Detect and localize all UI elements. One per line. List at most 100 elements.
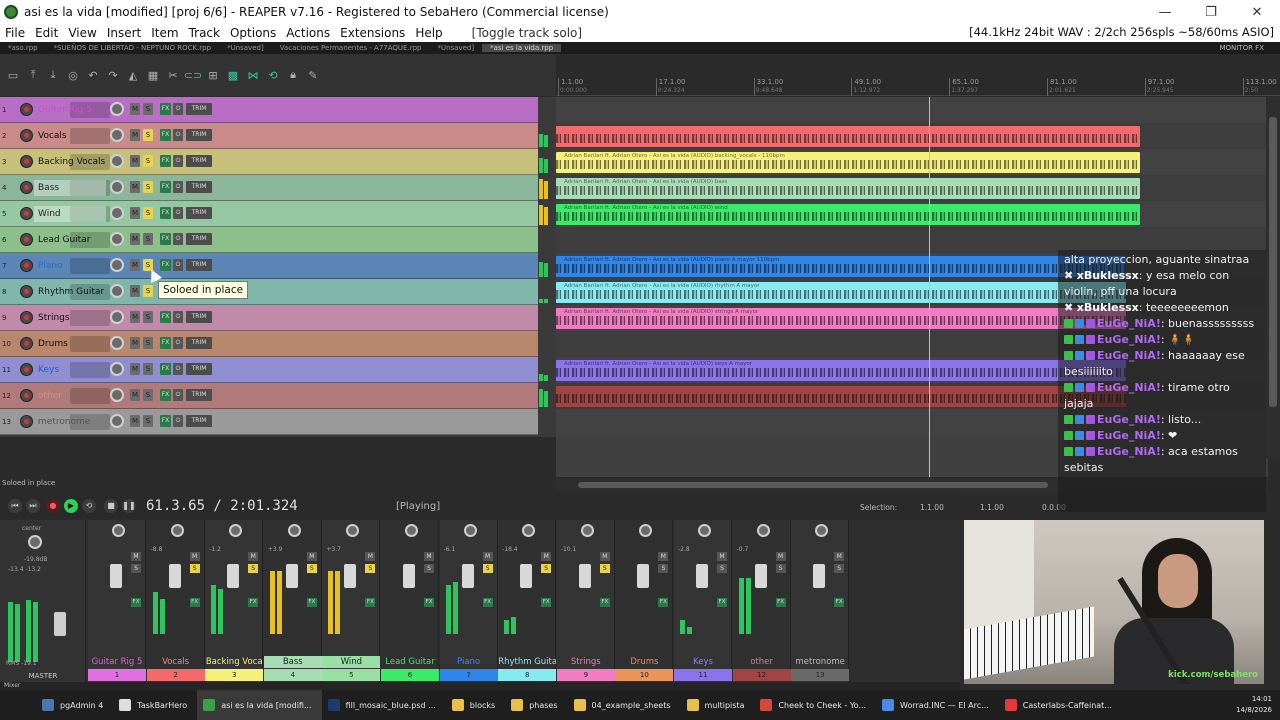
selection-start[interactable]: 1.1.00 bbox=[920, 503, 944, 512]
stop-button[interactable]: ■ bbox=[104, 499, 118, 513]
strip-name[interactable]: Drums bbox=[615, 656, 673, 668]
track-row[interactable]: 6 Lead Guitar M S FX ⏻ TRIM bbox=[0, 227, 538, 253]
strip-fx-button[interactable]: FX bbox=[541, 598, 552, 607]
taskbar-app[interactable]: blocks bbox=[446, 690, 505, 720]
fx-button[interactable]: FX bbox=[160, 415, 171, 427]
solo-button[interactable]: S bbox=[143, 103, 153, 115]
solo-button[interactable]: S bbox=[143, 155, 153, 167]
media-item[interactable]: Adrian Barilari ft. Adrian Otero - Asi e… bbox=[556, 308, 1126, 329]
strip-fx-button[interactable]: FX bbox=[775, 598, 786, 607]
routing-button[interactable]: ⏻ bbox=[173, 311, 183, 323]
mute-button[interactable]: M bbox=[130, 103, 140, 115]
track-name[interactable]: Keys bbox=[34, 362, 106, 378]
taskbar-app[interactable]: multipista bbox=[681, 690, 755, 720]
track-volume-knob[interactable] bbox=[110, 102, 124, 116]
ripple-icon[interactable]: ✂ bbox=[166, 68, 180, 82]
record-button[interactable]: ● bbox=[46, 499, 60, 513]
automation-mode-button[interactable]: TRIM bbox=[186, 155, 212, 167]
strip-pan-knob[interactable] bbox=[580, 524, 594, 537]
track-name[interactable]: metronome bbox=[34, 414, 106, 430]
master-pan-knob[interactable] bbox=[28, 535, 42, 549]
track-volume-knob[interactable] bbox=[110, 154, 124, 168]
strip-fx-button[interactable]: FX bbox=[248, 598, 259, 607]
mute-button[interactable]: M bbox=[130, 259, 140, 271]
automation-mode-button[interactable]: TRIM bbox=[186, 337, 212, 349]
automation-mode-button[interactable]: TRIM bbox=[186, 363, 212, 375]
strip-name[interactable]: Guitar Rig 5 bbox=[88, 656, 146, 668]
selection-end[interactable]: 1.1.00 bbox=[980, 503, 1004, 512]
automation-mode-button[interactable]: TRIM bbox=[186, 129, 212, 141]
routing-button[interactable]: ⏻ bbox=[173, 415, 183, 427]
record-arm-icon[interactable] bbox=[20, 155, 33, 168]
track-row[interactable]: 9 Strings M S FX ⏻ TRIM bbox=[0, 305, 538, 331]
media-item[interactable]: Adrian Barilari ft. Adrian Otero - Asi e… bbox=[556, 178, 1140, 199]
strip-pan-knob[interactable] bbox=[346, 524, 360, 537]
track-row[interactable]: 10 Drums M S FX ⏻ TRIM bbox=[0, 331, 538, 357]
track-name[interactable]: Wind bbox=[34, 206, 106, 222]
mute-button[interactable]: M bbox=[130, 181, 140, 193]
edit-cursor-icon[interactable]: ✎ bbox=[306, 68, 320, 82]
fx-button[interactable]: FX bbox=[160, 103, 171, 115]
strip-mute-button[interactable]: M bbox=[131, 552, 141, 561]
automation-mode-button[interactable]: TRIM bbox=[186, 233, 212, 245]
strip-mute-button[interactable]: M bbox=[541, 552, 552, 561]
go-to-start-icon[interactable]: ⏮ bbox=[8, 499, 22, 513]
strip-pan-knob[interactable] bbox=[522, 524, 536, 537]
strip-mute-button[interactable]: M bbox=[599, 552, 610, 561]
track-volume-knob[interactable] bbox=[110, 310, 124, 324]
track-row[interactable]: 1 Guitar Rig 5 M S FX ⏻ TRIM bbox=[0, 97, 538, 123]
chat-username[interactable]: EuGe_NiA! bbox=[1097, 445, 1161, 458]
project-tab-active[interactable]: *asi es la vida.rpp bbox=[482, 44, 562, 52]
strip-fader[interactable] bbox=[754, 564, 767, 588]
new-project-icon[interactable]: ▭ bbox=[6, 68, 20, 82]
strip-fader[interactable] bbox=[578, 564, 591, 588]
strip-fx-button[interactable]: FX bbox=[658, 598, 669, 607]
routing-button[interactable]: ⏻ bbox=[173, 155, 183, 167]
mute-button[interactable]: M bbox=[130, 389, 140, 401]
chat-username[interactable]: EuGe_NiA! bbox=[1097, 413, 1161, 426]
track-name[interactable]: Rhythm Guitar bbox=[34, 284, 106, 300]
close-button[interactable]: ✕ bbox=[1234, 0, 1280, 24]
fx-button[interactable]: FX bbox=[160, 233, 171, 245]
track-row[interactable]: 8Rhythm GuitarMSFX⏻TRIM bbox=[0, 279, 548, 305]
strip-name[interactable]: other bbox=[733, 656, 791, 668]
fx-button[interactable]: FX bbox=[160, 129, 171, 141]
track-volume-knob[interactable] bbox=[110, 206, 124, 220]
play-button[interactable]: ▶ bbox=[64, 499, 78, 513]
strip-fader[interactable] bbox=[168, 564, 181, 588]
routing-button[interactable]: ⏻ bbox=[173, 103, 183, 115]
track-volume-knob[interactable] bbox=[110, 388, 124, 402]
strip-pan-knob[interactable] bbox=[698, 524, 711, 537]
solo-button[interactable]: S bbox=[143, 415, 153, 427]
taskbar-app[interactable]: pgAdmin 4 bbox=[36, 690, 113, 720]
fx-button[interactable]: FX bbox=[160, 389, 171, 401]
strip-fx-button[interactable]: FX bbox=[131, 598, 141, 607]
strip-fx-button[interactable]: FX bbox=[365, 598, 376, 607]
solo-button[interactable]: S bbox=[143, 389, 153, 401]
timeline-ruler[interactable]: 1.1.00 0:00.000 17.1.00 0:24.324 33.1.00 0:48… bbox=[556, 78, 1280, 96]
mute-button[interactable]: M bbox=[130, 233, 140, 245]
lock-icon[interactable]: 🔒︎ bbox=[286, 68, 300, 82]
chat-username[interactable]: xBuklessx bbox=[1077, 269, 1139, 282]
strip-mute-button[interactable]: M bbox=[775, 552, 786, 561]
solo-button[interactable]: S bbox=[143, 363, 153, 375]
track-name[interactable]: Drums bbox=[34, 336, 106, 352]
strip-mute-button[interactable]: M bbox=[834, 552, 845, 561]
media-item[interactable] bbox=[556, 386, 1126, 407]
chat-username[interactable]: EuGe_NiA! bbox=[1097, 381, 1161, 394]
strip-name[interactable]: Wind bbox=[322, 656, 381, 668]
open-project-icon[interactable]: ⤒ bbox=[26, 68, 40, 82]
track-volume-knob[interactable] bbox=[110, 284, 124, 298]
envelope-lock-icon[interactable]: ▩ bbox=[226, 68, 240, 82]
maximize-button[interactable]: ❐ bbox=[1188, 0, 1234, 24]
monitor-fx-label[interactable]: MONITOR FX bbox=[1219, 44, 1264, 52]
chat-username[interactable]: EuGe_NiA! bbox=[1097, 429, 1161, 442]
media-item[interactable] bbox=[556, 126, 1140, 147]
project-tab[interactable]: *Unsaved] bbox=[219, 44, 272, 52]
pause-button[interactable]: ❚❚ bbox=[122, 499, 136, 513]
routing-button[interactable]: ⏻ bbox=[173, 181, 183, 193]
strip-mute-button[interactable]: M bbox=[658, 552, 669, 561]
mute-button[interactable]: M bbox=[130, 285, 140, 297]
strip-name[interactable]: Keys bbox=[674, 656, 732, 668]
strip-fader[interactable] bbox=[520, 564, 533, 588]
